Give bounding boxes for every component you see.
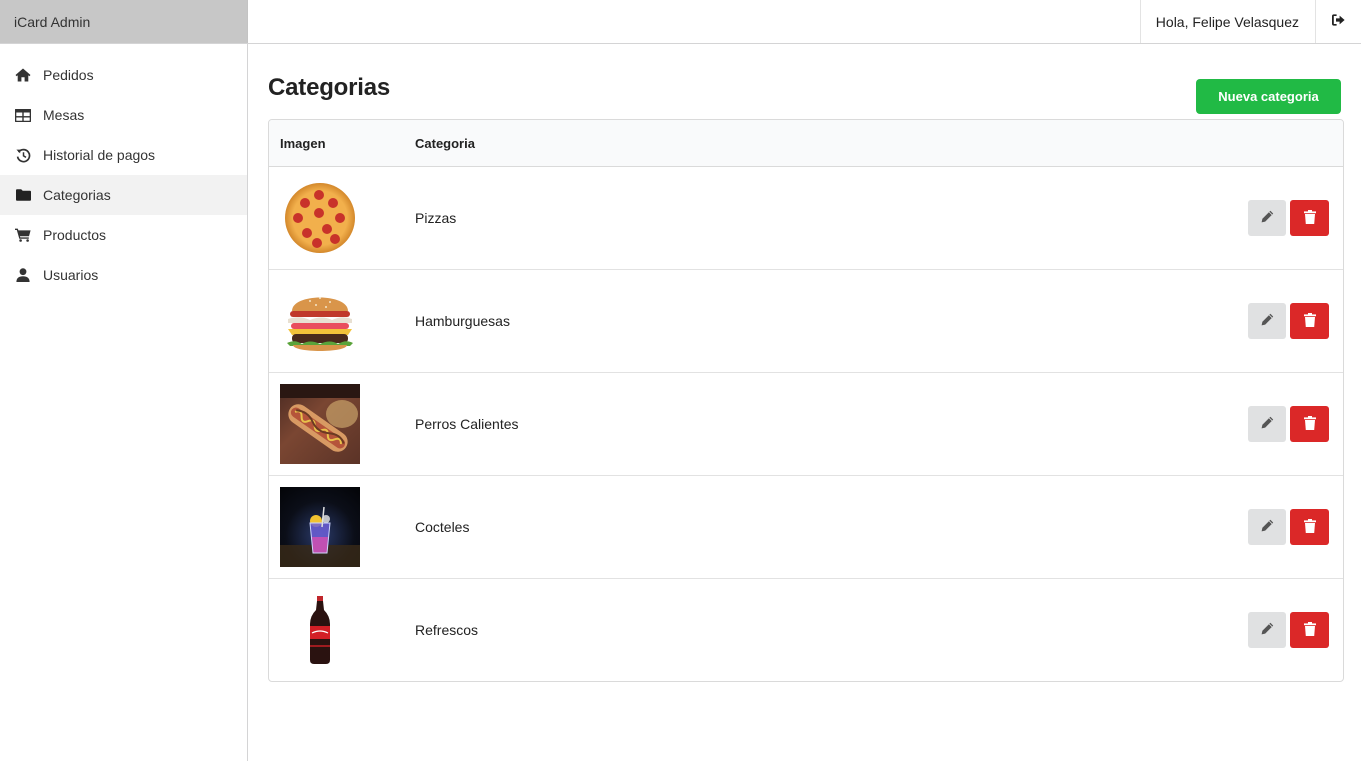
category-name: Pizzas: [415, 210, 457, 226]
app-brand[interactable]: iCard Admin: [0, 0, 248, 43]
trash-icon: [1303, 621, 1316, 639]
category-image-pizza: [280, 178, 360, 258]
main-content: Categorias Nueva categoria Imagen Catego…: [268, 44, 1344, 682]
delete-button[interactable]: [1290, 612, 1329, 648]
pencil-icon: [1261, 622, 1274, 638]
pencil-icon: [1261, 519, 1274, 535]
delete-button[interactable]: [1290, 303, 1329, 339]
table-row: Refrescos: [269, 579, 1343, 681]
sign-out-icon: [1332, 13, 1345, 31]
table-icon: [14, 107, 32, 123]
sidebar-item-label: Pedidos: [43, 67, 94, 83]
categories-table: Imagen Categoria Pizzas Hamburguesas Per…: [268, 119, 1344, 682]
category-name: Hamburguesas: [415, 313, 510, 329]
column-header-image: Imagen: [280, 135, 326, 151]
home-icon: [14, 67, 32, 83]
sidebar: Pedidos Mesas Historial de pagos Categor…: [0, 44, 248, 761]
row-actions: [1248, 200, 1343, 236]
edit-button[interactable]: [1248, 303, 1286, 339]
edit-button[interactable]: [1248, 612, 1286, 648]
top-bar: iCard Admin Hola, Felipe Velasquez: [0, 0, 1361, 44]
edit-button[interactable]: [1248, 200, 1286, 236]
sidebar-item-mesas[interactable]: Mesas: [0, 95, 247, 135]
sidebar-item-label: Mesas: [43, 107, 85, 123]
table-row: Perros Calientes: [269, 373, 1343, 476]
folder-icon: [14, 187, 32, 203]
sidebar-item-label: Usuarios: [43, 267, 99, 283]
pencil-icon: [1261, 210, 1274, 226]
logout-button[interactable]: [1315, 0, 1361, 43]
sidebar-item-productos[interactable]: Productos: [0, 215, 247, 255]
table-row: Hamburguesas: [269, 270, 1343, 373]
sidebar-item-label: Categorias: [43, 187, 111, 203]
pencil-icon: [1261, 313, 1274, 329]
edit-button[interactable]: [1248, 509, 1286, 545]
category-name: Refrescos: [415, 622, 479, 638]
user-greeting: Hola, Felipe Velasquez: [1139, 0, 1315, 43]
delete-button[interactable]: [1290, 200, 1329, 236]
sidebar-item-label: Productos: [43, 227, 107, 243]
sidebar-item-categorias[interactable]: Categorias: [0, 175, 247, 215]
delete-button[interactable]: [1290, 406, 1329, 442]
row-actions: [1248, 406, 1343, 442]
row-actions: [1248, 612, 1343, 648]
category-image-burger: [280, 281, 360, 361]
edit-button[interactable]: [1248, 406, 1286, 442]
category-name: Cocteles: [415, 519, 470, 535]
page-title: Categorias: [268, 74, 391, 101]
trash-icon: [1303, 312, 1316, 330]
column-header-category: Categoria: [415, 135, 475, 151]
delete-button[interactable]: [1290, 509, 1329, 545]
pencil-icon: [1261, 416, 1274, 432]
category-image-soda: [280, 590, 360, 670]
sidebar-item-historial[interactable]: Historial de pagos: [0, 135, 247, 175]
table-row: Cocteles: [269, 476, 1343, 579]
row-actions: [1248, 303, 1343, 339]
table-row: Pizzas: [269, 167, 1343, 270]
table-header: Imagen Categoria: [269, 120, 1343, 167]
category-image-cocktail: [280, 487, 360, 567]
history-icon: [14, 147, 32, 163]
cart-icon: [14, 227, 32, 243]
sidebar-item-usuarios[interactable]: Usuarios: [0, 255, 247, 295]
category-name: Perros Calientes: [415, 416, 519, 432]
category-image-hotdog: [280, 384, 360, 464]
trash-icon: [1303, 518, 1316, 536]
user-icon: [14, 267, 32, 283]
page-header: Categorias Nueva categoria: [268, 44, 1344, 119]
sidebar-item-label: Historial de pagos: [43, 147, 156, 163]
row-actions: [1248, 509, 1343, 545]
top-bar-spacer: [248, 0, 1140, 43]
trash-icon: [1303, 209, 1316, 227]
sidebar-item-pedidos[interactable]: Pedidos: [0, 55, 247, 95]
trash-icon: [1303, 415, 1316, 433]
new-category-button[interactable]: Nueva categoria: [1196, 79, 1341, 114]
